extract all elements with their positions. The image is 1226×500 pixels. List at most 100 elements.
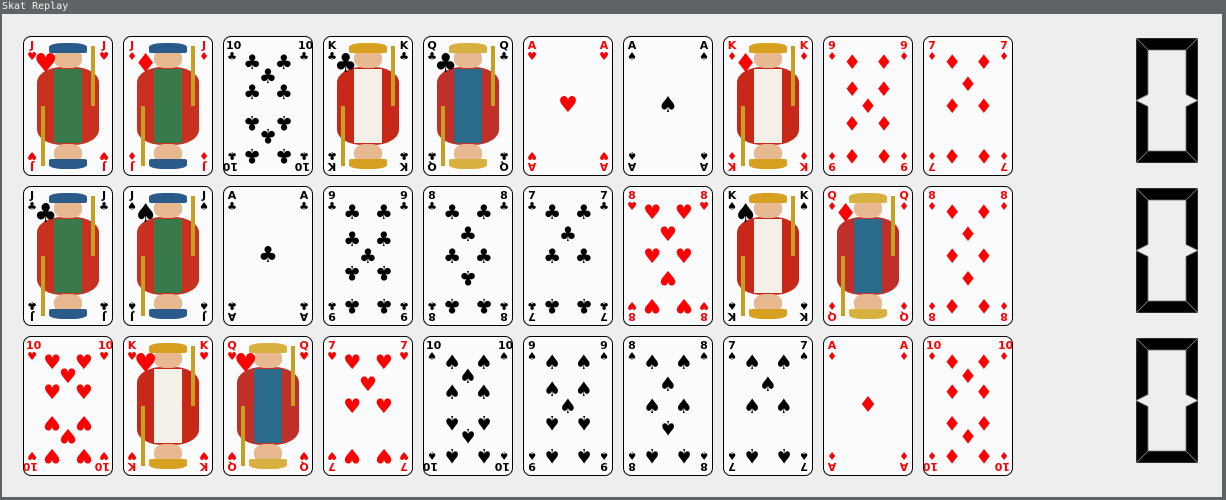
- card-j-of-diamonds[interactable]: ♦ J ♦ J ♦ J ♦ J ♦: [123, 36, 213, 176]
- diamonds-suit-icon: ♦: [127, 149, 137, 162]
- hat-icon: [848, 308, 888, 319]
- spades-suit-icon: ♠: [727, 449, 737, 462]
- clubs-suit-icon: ♣: [227, 50, 237, 63]
- card-7-of-spades[interactable]: ♠ ♠ ♠ ♠ ♠ ♠ ♠ 7 ♠ 7 ♠ 7 ♠ 7 ♠: [723, 336, 813, 476]
- card-k-of-hearts[interactable]: ♥ K ♥ K ♥ K ♥ K ♥: [123, 336, 213, 476]
- court-figure-half: [734, 106, 802, 169]
- diamonds-pip-icon: ♦: [974, 380, 993, 405]
- card-8-of-diamonds[interactable]: ♦ ♦ ♦ ♦ ♦ ♦ ♦ ♦ 8 ♦ 8 ♦ 8 ♦ 8 ♦: [923, 186, 1013, 326]
- hearts-pip-icon: ♥: [43, 443, 62, 468]
- clubs-suit-icon: ♣: [399, 200, 409, 213]
- card-corner-index: J ♠: [198, 190, 210, 213]
- card-a-of-clubs[interactable]: ♣ A ♣ A ♣ A ♣ A ♣: [223, 186, 313, 326]
- card-j-of-spades[interactable]: ♠ J ♠ J ♠ J ♠ J ♠: [123, 186, 213, 326]
- card-10-of-clubs[interactable]: ♣ ♣ ♣ ♣ ♣ ♣ ♣ ♣ ♣ ♣ 10 ♣ 10 ♣ 10 ♣ 10 ♣: [223, 36, 313, 176]
- diamonds-pip-icon: ♦: [974, 49, 993, 74]
- hearts-pip-icon: ♥: [343, 394, 362, 418]
- figure-tunic: [354, 69, 382, 106]
- card-corner-index: A ♣: [226, 190, 238, 213]
- card-corner-index: 7 ♣: [526, 190, 538, 213]
- figure-tunic: [454, 106, 482, 143]
- card-corner-index: K ♣: [326, 149, 338, 173]
- scepter-icon: [140, 406, 145, 467]
- diamonds-pip-icon: ♦: [943, 199, 962, 224]
- card-corner-index: J ♦: [126, 40, 138, 63]
- clubs-pip-icon: ♣: [559, 221, 577, 246]
- card-8-of-spades[interactable]: ♠ ♠ ♠ ♠ ♠ ♠ ♠ ♠ 8 ♠ 8 ♠ 8 ♠ 8 ♠: [623, 336, 713, 476]
- diamonds-suit-icon: ♦: [999, 200, 1009, 213]
- card-j-of-hearts[interactable]: ♥ J ♥ J ♥ J ♥ J ♥: [23, 36, 113, 176]
- card-k-of-clubs[interactable]: ♣ K ♣ K ♣ K ♣ K ♣: [323, 36, 413, 176]
- card-corner-index: J ♠: [126, 190, 138, 213]
- card-corner-index: 8 ♦: [998, 299, 1010, 323]
- card-j-of-clubs[interactable]: ♣ J ♣ J ♣ J ♣ J ♣: [23, 186, 113, 326]
- card-corner-index: 7 ♣: [598, 190, 610, 213]
- card-corner-index: 9 ♦: [898, 40, 910, 63]
- card-a-of-hearts[interactable]: ♥ A ♥ A ♥ A ♥ A ♥: [523, 36, 613, 176]
- card-k-of-diamonds[interactable]: ♦ K ♦ K ♦ K ♦ K ♦: [723, 36, 813, 176]
- card-9-of-diamonds[interactable]: ♦ ♦ ♦ ♦ ♦ ♦ ♦ ♦ ♦ 9 ♦ 9 ♦ 9 ♦ 9 ♦: [823, 36, 913, 176]
- spades-pip-icon: ♠: [443, 443, 462, 468]
- spades-pip-icon: ♠: [674, 394, 693, 418]
- card-corner-index: 9 ♣: [398, 190, 410, 213]
- card-10-of-hearts[interactable]: ♥ ♥ ♥ ♥ ♥ ♥ ♥ ♥ ♥ ♥ 10 ♥ 10 ♥ 10 ♥ 10 ♥: [23, 336, 113, 476]
- diamonds-suit-icon: ♦: [827, 149, 837, 162]
- hat-icon: [148, 158, 188, 169]
- diamonds-suit-icon: ♦: [727, 50, 737, 63]
- figure-tunic: [154, 219, 182, 256]
- clubs-suit-icon: ♣: [327, 299, 337, 312]
- spades-suit-icon: ♠: [199, 200, 209, 213]
- spades-pip-icon: ♠: [443, 380, 462, 405]
- card-corner-index: A ♣: [298, 190, 310, 213]
- card-corner-index: 10 ♣: [298, 40, 312, 63]
- court-figure-half: [834, 256, 902, 319]
- card-k-of-spades[interactable]: ♠ K ♠ K ♠ K ♠ K ♠: [723, 186, 813, 326]
- card-q-of-diamonds[interactable]: ♦ Q ♦ Q ♦ Q ♦ Q ♦: [823, 186, 913, 326]
- hearts-suit-icon: ♥: [227, 449, 237, 462]
- hearts-pip-icon: ♥: [643, 244, 662, 268]
- card-corner-index: 10 ♣: [224, 149, 238, 173]
- card-7-of-hearts[interactable]: ♥ ♥ ♥ ♥ ♥ ♥ ♥ 7 ♥ 7 ♥ 7 ♥ 7 ♥: [323, 336, 413, 476]
- diamonds-pip-icon: ♦: [959, 266, 977, 291]
- card-corner-index: A ♦: [898, 449, 910, 473]
- card-9-of-clubs[interactable]: ♣ ♣ ♣ ♣ ♣ ♣ ♣ ♣ ♣ 9 ♣ 9 ♣ 9 ♣ 9 ♣: [323, 186, 413, 326]
- card-7-of-clubs[interactable]: ♣ ♣ ♣ ♣ ♣ ♣ ♣ 7 ♣ 7 ♣ 7 ♣ 7 ♣: [523, 186, 613, 326]
- diamonds-suit-icon: ♦: [927, 149, 937, 162]
- card-corner-index: Q ♥: [298, 340, 310, 363]
- card-a-of-diamonds[interactable]: ♦ A ♦ A ♦ A ♦ A ♦: [823, 336, 913, 476]
- spades-pip-icon: ♠: [774, 349, 793, 374]
- spades-pip-icon: ♠: [643, 443, 662, 468]
- spades-suit-icon: ♠: [127, 299, 137, 312]
- crown-icon: [148, 458, 188, 469]
- card-10-of-diamonds[interactable]: ♦ ♦ ♦ ♦ ♦ ♦ ♦ ♦ ♦ ♦ 10 ♦ 10 ♦ 10 ♦ 10 ♦: [923, 336, 1013, 476]
- card-corner-index: 8 ♠: [698, 340, 710, 363]
- card-9-of-spades[interactable]: ♠ ♠ ♠ ♠ ♠ ♠ ♠ ♠ ♠ 9 ♠ 9 ♠ 9 ♠ 9 ♠: [523, 336, 613, 476]
- card-a-of-spades[interactable]: ♠ A ♠ A ♠ A ♠ A ♠: [623, 36, 713, 176]
- hearts-pip-icon: ♥: [643, 199, 662, 224]
- card-q-of-hearts[interactable]: ♥ Q ♥ Q ♥ Q ♥ Q ♥: [223, 336, 313, 476]
- card-7-of-diamonds[interactable]: ♦ ♦ ♦ ♦ ♦ ♦ ♦ 7 ♦ 7 ♦ 7 ♦ 7 ♦: [923, 36, 1013, 176]
- card-10-of-spades[interactable]: ♠ ♠ ♠ ♠ ♠ ♠ ♠ ♠ ♠ ♠ 10 ♠ 10 ♠ 10 ♠ 10 ♠: [423, 336, 513, 476]
- hat-icon: [248, 458, 288, 469]
- spades-suit-icon: ♠: [699, 350, 709, 363]
- diamonds-pip-icon: ♦: [843, 143, 862, 168]
- clubs-pip-icon: ♣: [243, 143, 262, 168]
- card-q-of-clubs[interactable]: ♣ Q ♣ Q ♣ Q ♣ Q ♣: [423, 36, 513, 176]
- scepter-icon: [340, 106, 345, 167]
- hearts-pip-icon: ♥: [674, 244, 693, 268]
- clubs-suit-icon: ♣: [299, 200, 309, 213]
- hearts-pip-icon: ♥: [659, 221, 677, 246]
- card-corner-index: J ♠: [198, 299, 210, 323]
- card-8-of-clubs[interactable]: ♣ ♣ ♣ ♣ ♣ ♣ ♣ ♣ 8 ♣ 8 ♣ 8 ♣ 8 ♣: [423, 186, 513, 326]
- clubs-pip-icon: ♣: [343, 199, 362, 224]
- card-corner-index: Q ♥: [226, 340, 238, 363]
- halberd-icon: [191, 195, 196, 256]
- spades-suit-icon: ♠: [499, 449, 509, 462]
- card-corner-index: 10 ♣: [295, 149, 310, 173]
- figure-tunic: [54, 219, 82, 256]
- card-corner-index: J ♣: [98, 190, 110, 213]
- card-corner-index: 10 ♣: [226, 40, 241, 63]
- halberd-icon: [40, 256, 45, 317]
- card-8-of-hearts[interactable]: ♥ ♥ ♥ ♥ ♥ ♥ ♥ ♥ 8 ♥ 8 ♥ 8 ♥ 8 ♥: [623, 186, 713, 326]
- card-corner-index: 8 ♥: [626, 299, 638, 323]
